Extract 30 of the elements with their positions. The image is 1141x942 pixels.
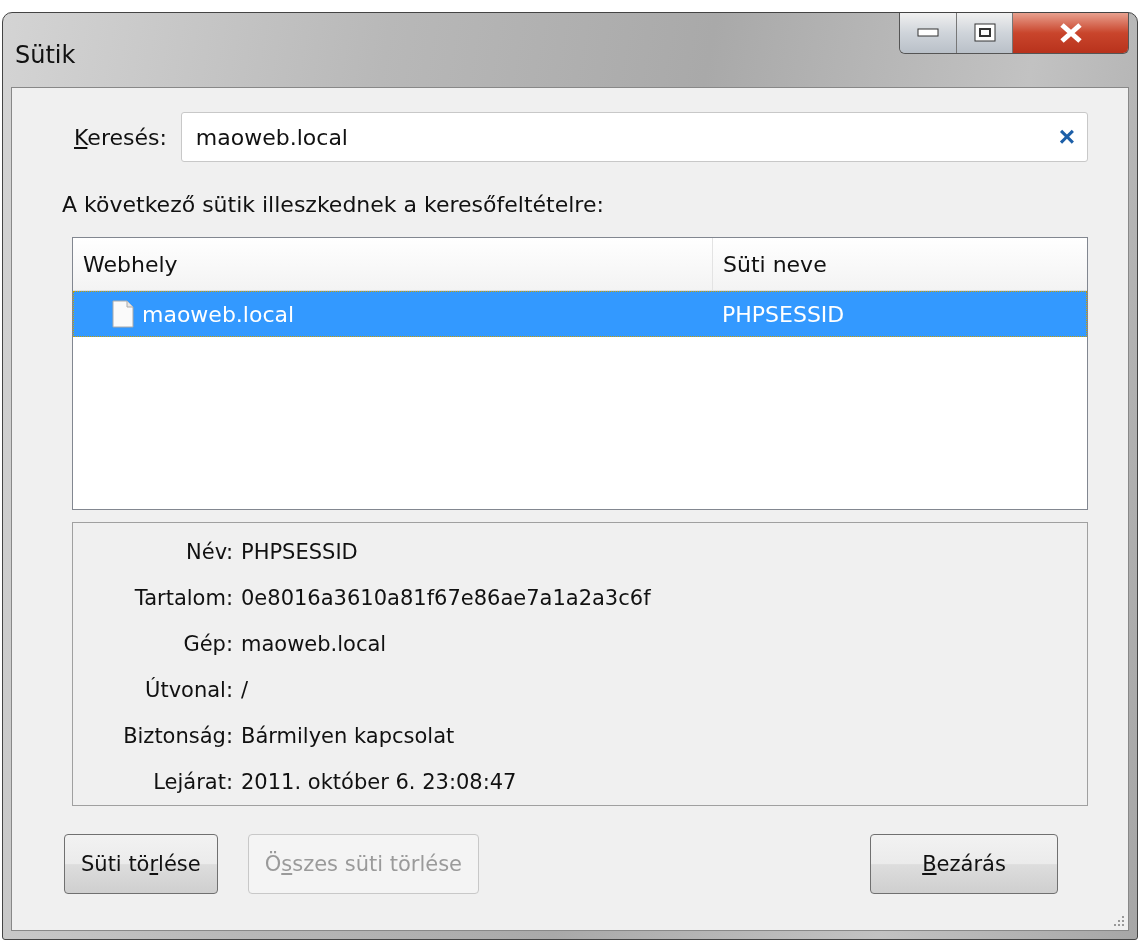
detail-label: Lejárat: bbox=[152, 770, 233, 794]
cookie-name-cell-text: PHPSESSID bbox=[721, 301, 845, 327]
detail-label: Tartalom: bbox=[133, 586, 233, 610]
detail-label: Név: bbox=[185, 540, 233, 564]
detail-value: 2011. október 6. 23:08:47 bbox=[241, 770, 518, 794]
detail-value: PHPSESSID bbox=[241, 540, 359, 564]
resize-grip-icon bbox=[1111, 913, 1125, 927]
maximize-icon bbox=[973, 23, 996, 43]
detail-value: Bármilyen kapcsolat bbox=[241, 724, 456, 748]
detail-value: / bbox=[241, 678, 250, 702]
detail-label: Gép: bbox=[182, 632, 233, 656]
minimize-button[interactable] bbox=[900, 13, 956, 53]
column-header[interactable]: Süti neve bbox=[713, 238, 1087, 290]
dialog-button[interactable]: Süti törlése bbox=[64, 834, 218, 894]
search-field[interactable]: maoweb.local × bbox=[180, 112, 1088, 162]
window-title: Sütik bbox=[15, 41, 76, 69]
detail-value: maoweb.local bbox=[241, 632, 388, 656]
close-button[interactable] bbox=[1012, 13, 1128, 53]
maximize-button[interactable] bbox=[956, 13, 1012, 53]
results-caption: A következő sütik illeszkednek a keresőfeltételre: bbox=[62, 192, 605, 217]
site-cell: maoweb.local bbox=[142, 301, 295, 327]
detail-label: Útvonal: bbox=[144, 678, 233, 702]
clear-button[interactable]: × bbox=[1058, 123, 1075, 151]
search-label: Keresés: bbox=[74, 124, 167, 150]
detail-label: Biztonság: bbox=[122, 724, 233, 748]
dialog-button[interactable]: Bezárás bbox=[870, 834, 1058, 894]
column-header[interactable]: Webhely bbox=[73, 238, 713, 290]
minimize-icon bbox=[917, 28, 939, 38]
file-icon bbox=[112, 300, 134, 328]
detail-value: 0e8016a3610a81f67e86ae7a1a2a3c6f bbox=[241, 586, 652, 610]
